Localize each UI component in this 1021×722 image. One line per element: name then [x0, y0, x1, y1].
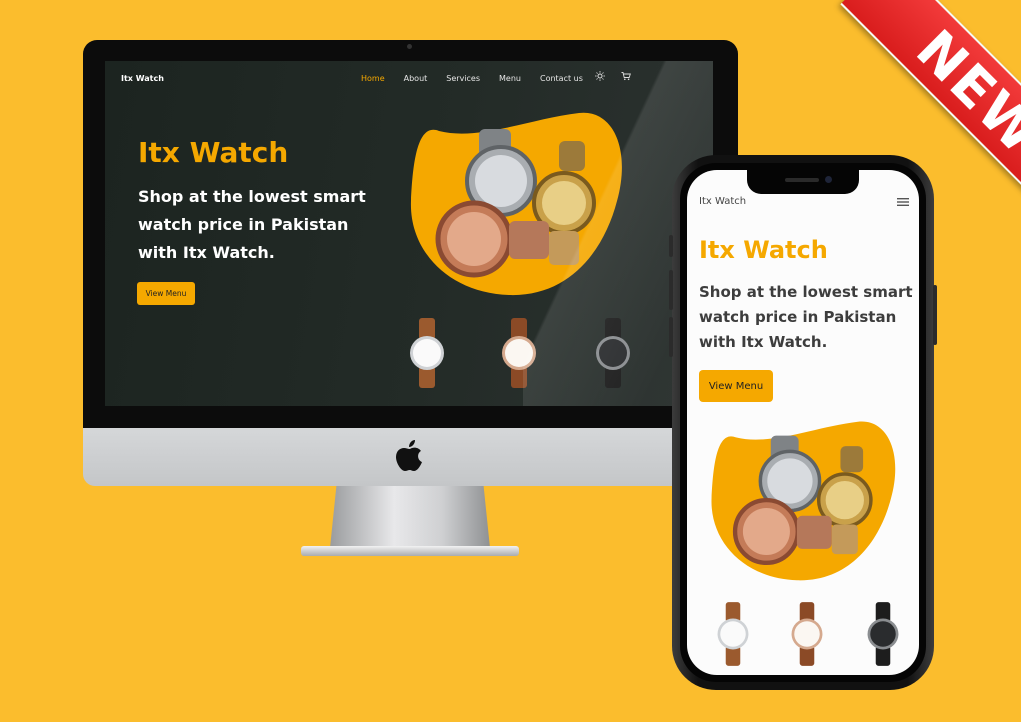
desktop-product-watch-2[interactable]: [497, 318, 541, 388]
nav-link-contact[interactable]: Contact us: [540, 74, 583, 83]
mobile-site-screen: Itx Watch Itx Watch Shop at the lowest s…: [687, 170, 919, 675]
desktop-hero-watches-image: [410, 112, 622, 296]
phone-bezel: Itx Watch Itx Watch Shop at the lowest s…: [680, 163, 926, 682]
cart-icon[interactable]: [621, 71, 631, 81]
new-badge-corner: NEW: [781, 0, 1021, 240]
nav-link-about[interactable]: About: [404, 74, 428, 83]
nav-link-services[interactable]: Services: [446, 74, 480, 83]
mobile-brand-logo[interactable]: Itx Watch: [699, 196, 746, 207]
nav-link-menu[interactable]: Menu: [499, 74, 521, 83]
desktop-site-screen: Itx Watch Home About Services Menu Conta…: [105, 61, 713, 406]
phone-volume-down-button: [669, 317, 673, 357]
imac-mockup: Itx Watch Home About Services Menu Conta…: [83, 40, 738, 556]
desktop-hero-subtitle: Shop at the lowest smart watch price in …: [138, 187, 366, 262]
imac-stand-base: [301, 546, 519, 556]
imac-bezel: Itx Watch Home About Services Menu Conta…: [83, 40, 738, 428]
desktop-navbar: Itx Watch Home About Services Menu Conta…: [105, 61, 713, 95]
mobile-product-watch-3[interactable]: [863, 602, 903, 666]
nav-link-home[interactable]: Home: [361, 74, 385, 83]
apple-logo-icon: [396, 440, 422, 471]
phone-mute-button: [669, 235, 673, 257]
new-ribbon-label: NEW: [904, 17, 1021, 167]
desktop-hero-title: Itx Watch: [138, 136, 289, 169]
phone-power-button: [933, 285, 937, 345]
mobile-product-watch-1[interactable]: [713, 602, 753, 666]
sun-icon[interactable]: [595, 71, 605, 81]
phone-volume-up-button: [669, 270, 673, 310]
desktop-view-menu-button[interactable]: View Menu: [137, 282, 195, 305]
imac-camera: [407, 44, 412, 49]
new-ribbon: NEW: [840, 0, 1021, 231]
imac-stand-neck: [330, 486, 490, 548]
mobile-hero-watches-image: [711, 421, 896, 581]
desktop-nav-links: Home About Services Menu Contact us: [361, 74, 602, 83]
mobile-view-menu-button[interactable]: View Menu: [699, 370, 773, 402]
mobile-hero-title: Itx Watch: [699, 236, 828, 264]
desktop-product-watch-3[interactable]: [591, 318, 635, 388]
desktop-brand-logo[interactable]: Itx Watch: [121, 74, 164, 83]
mobile-hero-subtitle: Shop at the lowest smart watch price in …: [699, 283, 913, 351]
desktop-product-watch-1[interactable]: [405, 318, 449, 388]
imac-chin: [83, 428, 738, 486]
mobile-product-watch-2[interactable]: [787, 602, 827, 666]
